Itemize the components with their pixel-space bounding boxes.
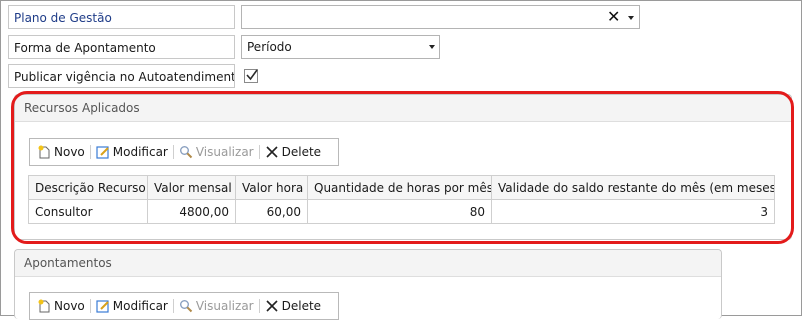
forma-label: Forma de Apontamento <box>8 35 235 59</box>
column-header[interactable]: Valor hora <box>235 175 308 200</box>
clear-icon[interactable]: ✕ <box>607 7 620 27</box>
toolbar-divider <box>258 299 260 313</box>
recursos-table: Descrição Recurso Valor mensal Valor hor… <box>28 175 775 224</box>
apontamentos-title: Apontamentos <box>15 250 721 277</box>
table-cell: Consultor <box>28 199 148 224</box>
visualizar-label: Visualizar <box>195 299 254 313</box>
modificar-label: Modificar <box>112 145 168 159</box>
modificar-button[interactable]: Modificar <box>93 299 171 313</box>
modificar-label: Modificar <box>112 299 168 313</box>
publicar-checkbox[interactable] <box>244 69 258 83</box>
visualizar-button[interactable]: Visualizar <box>176 145 257 159</box>
table-cell: 80 <box>307 199 492 224</box>
novo-button[interactable]: Novo <box>34 299 88 313</box>
visualizar-label: Visualizar <box>195 145 254 159</box>
plano-select[interactable]: ✕ <box>241 5 640 29</box>
delete-label: Delete <box>281 299 322 313</box>
toolbar-divider <box>258 145 260 159</box>
new-document-icon <box>37 299 51 313</box>
novo-label: Novo <box>54 145 85 159</box>
novo-button[interactable]: Novo <box>34 145 88 159</box>
forma-select[interactable]: Período <box>241 35 440 59</box>
plano-label: Plano de Gestão <box>8 5 235 29</box>
edit-icon <box>96 145 110 159</box>
magnifier-icon <box>179 299 193 313</box>
modificar-button[interactable]: Modificar <box>93 145 171 159</box>
toolbar-divider <box>89 145 91 159</box>
publicar-label: Publicar vigência no Autoatendimento <box>8 64 235 88</box>
chevron-down-icon[interactable] <box>628 16 634 20</box>
column-header[interactable]: Quantidade de horas por mês <box>307 175 492 200</box>
edit-icon <box>96 299 110 313</box>
column-header[interactable]: Descrição Recurso <box>28 175 148 200</box>
table-cell: 4800,00 <box>147 199 236 224</box>
forma-value: Período <box>247 40 292 54</box>
column-header[interactable]: Valor mensal <box>147 175 236 200</box>
delete-label: Delete <box>281 145 322 159</box>
chevron-down-icon[interactable] <box>429 45 435 49</box>
table-cell: 60,00 <box>235 199 308 224</box>
table-cell: 3 <box>491 199 775 224</box>
table-row[interactable]: Consultor 4800,00 60,00 80 3 <box>28 199 775 224</box>
column-header[interactable]: Validade do saldo restante do mês (em me… <box>491 175 775 200</box>
delete-button[interactable]: Delete <box>262 145 324 159</box>
magnifier-icon <box>179 145 193 159</box>
toolbar-divider <box>172 145 174 159</box>
delete-button[interactable]: Delete <box>262 299 324 313</box>
table-header-row: Descrição Recurso Valor mensal Valor hor… <box>28 175 775 200</box>
novo-label: Novo <box>54 299 85 313</box>
checkmark-icon <box>246 69 258 81</box>
recursos-toolbar: Novo Modificar Visualizar Delete <box>29 138 339 166</box>
x-icon <box>265 145 279 159</box>
x-icon <box>265 299 279 313</box>
new-document-icon <box>37 145 51 159</box>
visualizar-button[interactable]: Visualizar <box>176 299 257 313</box>
toolbar-divider <box>172 299 174 313</box>
toolbar-divider <box>89 299 91 313</box>
recursos-title: Recursos Aplicados <box>15 95 791 122</box>
